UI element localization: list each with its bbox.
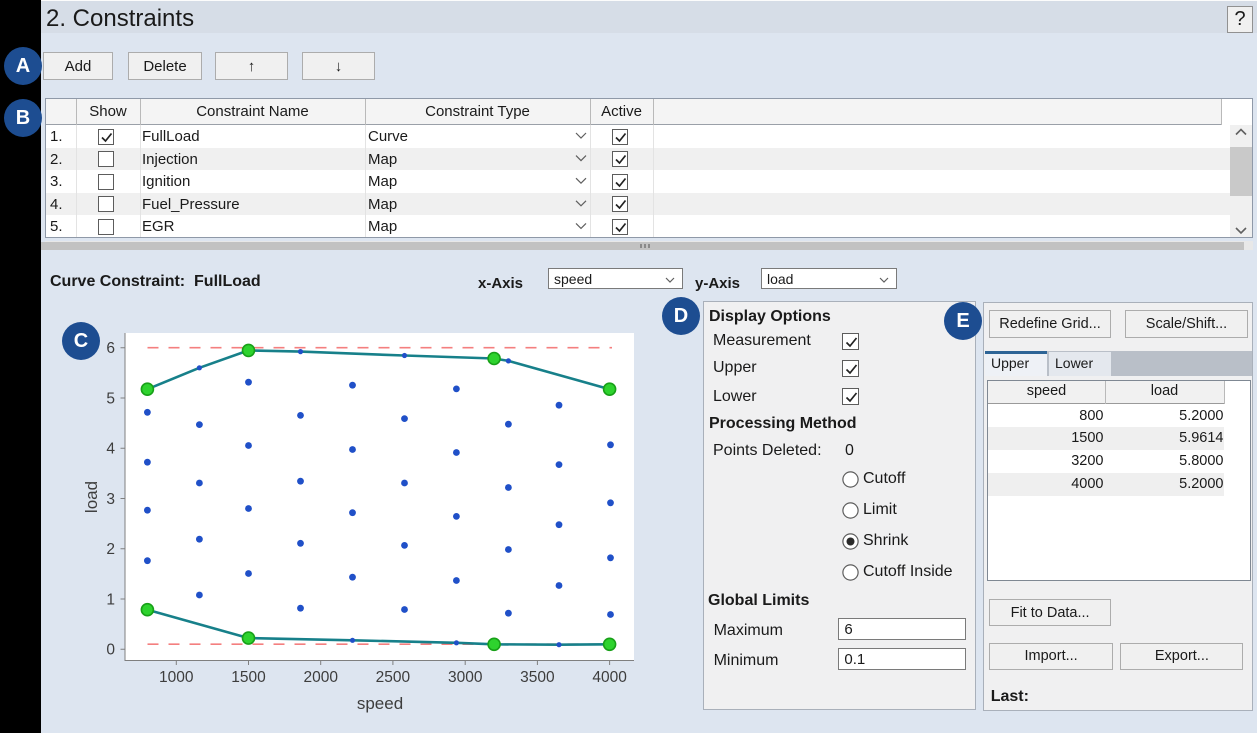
- svg-text:speed: speed: [357, 694, 403, 713]
- svg-text:2: 2: [106, 541, 115, 558]
- svg-text:4: 4: [106, 441, 115, 458]
- svg-text:1: 1: [106, 592, 115, 609]
- svg-text:1000: 1000: [159, 669, 194, 686]
- svg-text:5: 5: [106, 391, 115, 408]
- svg-text:3000: 3000: [448, 669, 483, 686]
- svg-text:load: load: [82, 481, 101, 513]
- svg-text:1500: 1500: [231, 669, 266, 686]
- svg-text:6: 6: [106, 340, 115, 357]
- svg-text:3500: 3500: [520, 669, 555, 686]
- svg-text:2500: 2500: [376, 669, 411, 686]
- svg-text:2000: 2000: [303, 669, 338, 686]
- svg-text:4000: 4000: [592, 669, 627, 686]
- svg-text:0: 0: [106, 642, 115, 659]
- svg-text:3: 3: [106, 491, 115, 508]
